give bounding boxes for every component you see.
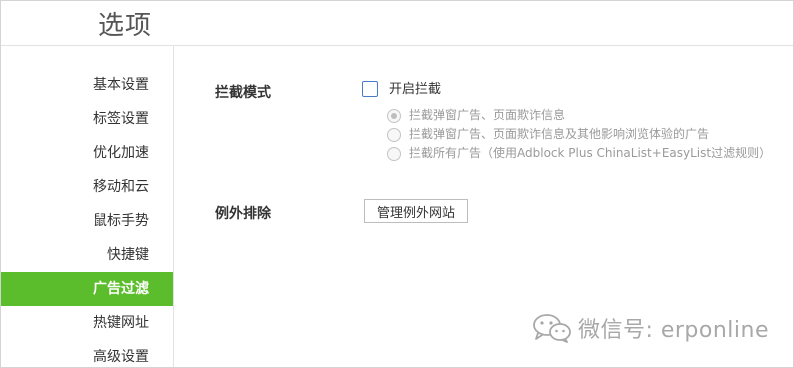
sidebar-item-mobile-cloud[interactable]: 移动和云 [1, 170, 173, 204]
sidebar-item-mouse-gestures[interactable]: 鼠标手势 [1, 204, 173, 238]
watermark: 微信号: erponline [532, 312, 769, 344]
watermark-text: 微信号: erponline [577, 318, 769, 343]
wechat-icon [533, 314, 571, 343]
checkbox-box[interactable] [362, 81, 378, 97]
sidebar-item-tab-settings[interactable]: 标签设置 [1, 102, 173, 136]
manage-exceptions-button[interactable]: 管理例外网站 [364, 199, 468, 223]
enable-blocking-label[interactable]: 开启拦截 [389, 81, 441, 98]
options-window: 选项 基本设置 标签设置 优化加速 移动和云 鼠标手势 快捷键 广告过滤 热键网… [0, 0, 794, 368]
radio-button[interactable] [387, 128, 401, 142]
page-title: 选项 [98, 11, 153, 41]
radio-option-label: 拦截弹窗广告、页面欺诈信息 [409, 108, 566, 122]
sidebar-item-hotkey-urls[interactable]: 热键网址 [1, 306, 173, 340]
exceptions-label: 例外排除 [215, 206, 271, 222]
sidebar-item-basic-settings[interactable]: 基本设置 [1, 68, 173, 102]
header: 选项 [1, 1, 793, 46]
sidebar-item-advanced-settings[interactable]: 高级设置 [1, 340, 173, 367]
sidebar-item-shortcuts[interactable]: 快捷键 [1, 238, 173, 272]
sidebar-item-ad-filter[interactable]: 广告过滤 [1, 272, 173, 306]
sidebar-item-optimization[interactable]: 优化加速 [1, 136, 173, 170]
radio-option-label: 拦截弹窗广告、页面欺诈信息及其他影响浏览体验的广告 [409, 127, 710, 141]
radio-button[interactable] [387, 109, 401, 123]
sidebar: 基本设置 标签设置 优化加速 移动和云 鼠标手势 快捷键 广告过滤 热键网址 高… [1, 46, 174, 367]
radio-button[interactable] [387, 147, 401, 161]
block-mode-label: 拦截模式 [215, 85, 271, 101]
radio-option-label: 拦截所有广告（使用Adblock Plus ChinaList+EasyList… [409, 146, 772, 160]
